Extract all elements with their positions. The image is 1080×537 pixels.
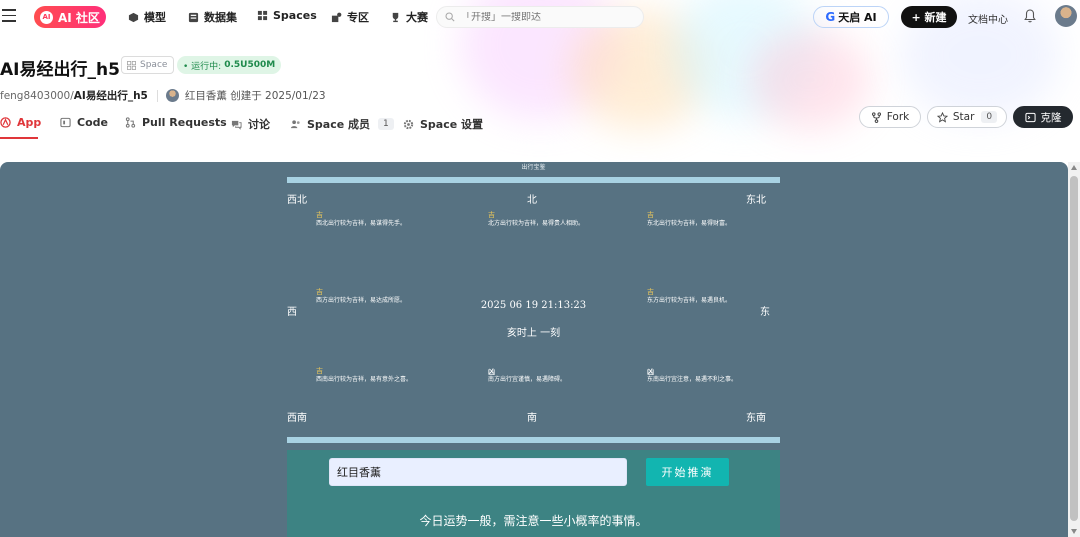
members-icon <box>290 119 300 128</box>
fortune-label: 吉 <box>647 288 654 296</box>
creator-info: 红目香薰 创建于 2025/01/23 <box>184 90 326 102</box>
nav-item-spaces[interactable]: Spaces <box>257 9 317 22</box>
status-badge: • 运行中: 0.5U500M <box>177 56 282 74</box>
tab-bar: App Code Pull Requests 讨论 Space 成员 1 Spa… <box>0 113 600 139</box>
space-badge: Space <box>121 56 175 74</box>
fortune-description: 北方出行较为吉祥，易得贵人相助。 <box>488 220 585 227</box>
app-small-title: 出行宝鉴 <box>521 164 546 171</box>
trophy-icon <box>392 12 399 22</box>
tianqi-logo-icon: G <box>825 10 836 24</box>
top-divider-bar <box>287 177 780 183</box>
direction-southwest: 西南 <box>287 413 307 424</box>
user-avatar[interactable] <box>1055 5 1077 27</box>
direction-north: 北 <box>527 195 537 206</box>
top-navigation: AI AI 社区 模型 数据集 Spaces 专区 大赛 G 天启 AI + 新… <box>0 0 1080 34</box>
logo-mark-icon: AI <box>40 10 53 24</box>
star-button[interactable]: Star 0 <box>927 106 1007 128</box>
fortune-description: 西南出行较为吉祥，易有意外之喜。 <box>316 376 413 383</box>
dataset-icon <box>188 12 199 22</box>
grid-icon <box>127 60 136 70</box>
fortune-description: 东南出行宜注意，易遇不利之事。 <box>647 376 738 383</box>
direction-south: 南 <box>527 413 537 424</box>
result-text: 今日运势一般，需注意一些小概率的事情。 <box>419 514 648 528</box>
gear-icon <box>403 119 414 129</box>
scrollbar[interactable] <box>1068 162 1080 537</box>
name-input[interactable] <box>329 458 627 486</box>
direction-northwest: 西北 <box>287 195 307 206</box>
chat-icon <box>231 120 242 130</box>
bottom-divider-bar <box>287 437 780 443</box>
search-icon <box>445 12 455 22</box>
tab-pull-requests[interactable]: Pull Requests <box>125 116 227 129</box>
search-input[interactable] <box>461 11 631 23</box>
scroll-up-icon[interactable] <box>1071 165 1077 170</box>
nav-item-zones[interactable]: 专区 <box>331 9 369 25</box>
fortune-description: 西北出行较为吉祥，易谋得先手。 <box>316 220 407 227</box>
zone-icon <box>331 12 342 22</box>
fortune-cell-northwest: 吉 西北出行较为吉祥，易谋得先手。 <box>316 211 426 228</box>
fortune-label: 吉 <box>488 211 495 219</box>
tab-code[interactable]: Code <box>60 116 108 129</box>
fork-icon <box>871 111 881 123</box>
app-icon <box>0 117 11 128</box>
menu-icon[interactable] <box>2 9 16 22</box>
active-tab-indicator <box>0 137 38 139</box>
fortune-label: 凶 <box>647 367 654 376</box>
nav-item-models[interactable]: 模型 <box>128 9 166 25</box>
fortune-description: 南方出行宜谨慎，易遇障碍。 <box>488 376 567 383</box>
tab-discussions[interactable]: 讨论 <box>231 116 270 132</box>
fortune-label: 凶 <box>488 367 495 376</box>
search-box[interactable] <box>436 6 644 28</box>
docs-link[interactable]: 文档中心 <box>968 11 1008 26</box>
members-count: 1 <box>378 118 394 130</box>
terminal-icon <box>1024 112 1036 122</box>
fortune-label: 吉 <box>316 367 323 375</box>
start-button[interactable]: 开始推演 <box>646 458 729 486</box>
fortune-label: 吉 <box>647 211 654 219</box>
clone-button[interactable]: 克隆 <box>1013 106 1073 128</box>
fortune-cell-southwest: 吉 西南出行较为吉祥，易有意外之喜。 <box>316 367 416 384</box>
tab-app[interactable]: App <box>0 116 41 129</box>
fortune-cell-southeast: 凶 东南出行宜注意，易遇不利之事。 <box>647 367 757 384</box>
fortune-label: 吉 <box>316 288 323 296</box>
breadcrumb: feng8403000/ AI易经出行_h5 红目香薰 创建于 2025/01/… <box>0 88 326 103</box>
bell-icon[interactable] <box>1024 9 1036 23</box>
creator-avatar <box>165 89 179 102</box>
logo-text: AI 社区 <box>58 10 100 25</box>
logo[interactable]: AI AI 社区 <box>34 6 106 28</box>
input-panel: 开始推演 今日运势一般，需注意一些小概率的事情。 <box>287 450 780 537</box>
scrollbar-thumb[interactable] <box>1070 176 1078 521</box>
fortune-cell-south: 凶 南方出行宜谨慎，易遇障碍。 <box>488 367 598 384</box>
tianqi-ai-button[interactable]: G 天启 AI <box>813 6 889 28</box>
new-button[interactable]: + 新建 <box>901 6 957 28</box>
current-datetime: 2025 06 19 21:13:23 <box>480 300 587 311</box>
owner-link[interactable]: feng8403000/ <box>0 90 74 102</box>
fortune-cell-northeast: 吉 东北出行较为吉祥，易得财富。 <box>647 211 757 228</box>
scroll-down-icon[interactable] <box>1071 529 1077 534</box>
fortune-label: 吉 <box>316 211 323 219</box>
cube-icon <box>128 12 139 22</box>
direction-southeast: 东南 <box>746 413 766 424</box>
divider <box>156 89 158 102</box>
fortune-cell-north: 吉 北方出行较为吉祥，易得贵人相助。 <box>488 211 592 228</box>
nav-item-datasets[interactable]: 数据集 <box>188 9 237 25</box>
fortune-description: 东北出行较为吉祥，易得财富。 <box>647 220 732 227</box>
app-frame: 出行宝鉴 西北 北 东北 西 东 西南 南 东南 吉 西北出行较为吉祥，易谋得先… <box>0 162 1068 537</box>
grid-icon <box>257 10 268 21</box>
repo-link[interactable]: AI易经出行_h5 <box>74 88 148 103</box>
fork-button[interactable]: Fork <box>859 106 921 128</box>
code-icon <box>60 117 71 128</box>
pull-request-icon <box>125 117 136 128</box>
star-icon <box>936 111 948 123</box>
nav-item-competitions[interactable]: 大赛 <box>390 9 428 25</box>
star-count: 0 <box>981 111 998 123</box>
tab-space-members[interactable]: Space 成员 1 <box>290 116 394 132</box>
page-title: AI易经出行_h5 <box>0 60 120 80</box>
tab-space-settings[interactable]: Space 设置 <box>403 116 483 132</box>
direction-northeast: 东北 <box>746 195 766 206</box>
current-shichen: 亥时上 一刻 <box>506 328 561 339</box>
